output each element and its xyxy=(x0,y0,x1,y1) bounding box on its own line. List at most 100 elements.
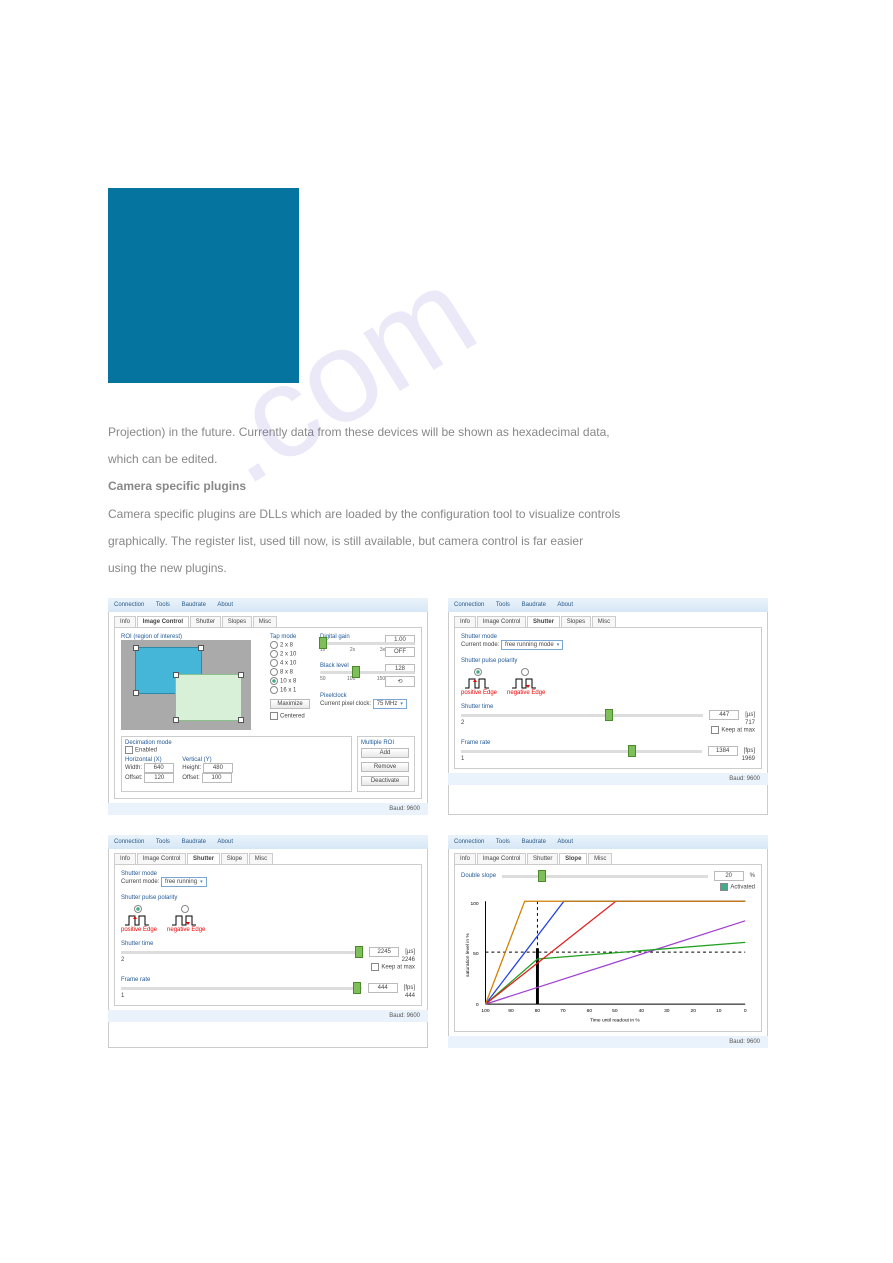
black-level-slider[interactable] xyxy=(320,671,415,674)
digital-gain-slider[interactable] xyxy=(320,642,415,645)
svg-text:50: 50 xyxy=(473,951,479,957)
menu-about[interactable]: About xyxy=(217,839,233,845)
shutter-time-slider[interactable] xyxy=(461,714,703,717)
svg-text:60: 60 xyxy=(587,1008,593,1014)
tap-radio-4[interactable] xyxy=(270,677,278,685)
multi-roi-remove-button[interactable]: Remove xyxy=(361,762,409,772)
height-input[interactable]: 480 xyxy=(203,763,233,773)
menu-about[interactable]: About xyxy=(557,602,573,608)
tap-radio-5[interactable] xyxy=(270,686,278,694)
negative-edge-label: negative Edge xyxy=(167,927,205,933)
double-slope-value[interactable]: 20 xyxy=(714,871,744,881)
offset-x-input[interactable]: 120 xyxy=(144,773,174,783)
tab-info[interactable]: Info xyxy=(454,853,476,864)
decimation-enable-checkbox[interactable] xyxy=(125,746,133,754)
double-slope-slider[interactable] xyxy=(502,875,708,878)
width-input[interactable]: 640 xyxy=(144,763,174,773)
roi-canvas[interactable] xyxy=(121,640,251,730)
pixelclock-field-label: Current pixel clock: xyxy=(320,701,371,707)
activated-checkbox[interactable] xyxy=(720,883,728,891)
menu-connection[interactable]: Connection xyxy=(454,602,484,608)
svg-text:70: 70 xyxy=(560,1008,566,1014)
body-p5: graphically. The register list, used til… xyxy=(108,532,785,551)
tab-misc[interactable]: Misc xyxy=(592,616,616,627)
tab-shutter[interactable]: Shutter xyxy=(527,853,558,864)
pulse-polarity-label: Shutter pulse polarity xyxy=(121,895,415,901)
positive-edge-radio[interactable] xyxy=(474,668,482,676)
shutter-mode-value: free running mode xyxy=(505,642,554,648)
status-bar: Baud: 9600 xyxy=(108,803,428,815)
tab-slopes[interactable]: Slopes xyxy=(561,616,591,627)
tab-image-control[interactable]: Image Control xyxy=(477,616,527,627)
positive-edge-icon xyxy=(464,676,494,690)
panel-image-control: Connection Tools Baudrate About Info Ima… xyxy=(108,598,428,815)
status-bar: Baud: 9600 xyxy=(448,773,768,785)
multi-roi-deactivate-button[interactable]: Deactivate xyxy=(361,776,409,786)
tap-radio-1[interactable] xyxy=(270,650,278,658)
menu-tools[interactable]: Tools xyxy=(156,602,170,608)
tab-info[interactable]: Info xyxy=(114,853,136,864)
negative-edge-radio[interactable] xyxy=(521,668,529,676)
negative-edge-icon xyxy=(511,676,541,690)
menu-baudrate[interactable]: Baudrate xyxy=(522,602,546,608)
offset-y-input[interactable]: 100 xyxy=(202,773,232,783)
height-label: Height: xyxy=(182,765,201,771)
menu-baudrate[interactable]: Baudrate xyxy=(182,602,206,608)
tab-slope[interactable]: Slope xyxy=(221,853,248,864)
tab-shutter[interactable]: Shutter xyxy=(527,616,560,627)
centered-checkbox[interactable] xyxy=(270,712,278,720)
shutter-mode-select[interactable]: free running xyxy=(161,877,207,887)
tab-image-control[interactable]: Image Control xyxy=(137,853,187,864)
svg-text:90: 90 xyxy=(508,1008,514,1014)
frame-rate-slider[interactable] xyxy=(461,750,702,753)
menu-baudrate[interactable]: Baudrate xyxy=(182,839,206,845)
tab-info[interactable]: Info xyxy=(454,616,476,627)
centered-label: Centered xyxy=(280,714,305,720)
keep-at-max-checkbox[interactable] xyxy=(371,963,379,971)
body-text-block: Projection) in the future. Currently dat… xyxy=(108,423,785,578)
menu-connection[interactable]: Connection xyxy=(114,602,144,608)
positive-edge-radio[interactable] xyxy=(134,905,142,913)
keep-at-max-checkbox[interactable] xyxy=(711,726,719,734)
menu-connection[interactable]: Connection xyxy=(454,839,484,845)
frame-rate-slider[interactable] xyxy=(121,987,362,990)
tap-radio-0[interactable] xyxy=(270,641,278,649)
menu-tools[interactable]: Tools xyxy=(496,602,510,608)
menu-tools[interactable]: Tools xyxy=(496,839,510,845)
shutter-time-value[interactable]: 2245 xyxy=(369,947,399,957)
digital-gain-off-button[interactable]: OFF xyxy=(385,647,415,657)
maximize-button[interactable]: Maximize xyxy=(270,699,310,709)
frame-rate-value[interactable]: 1384 xyxy=(708,746,738,756)
decimation-enable-label: Enabled xyxy=(135,748,157,754)
multi-roi-add-button[interactable]: Add xyxy=(361,748,409,758)
negative-edge-radio[interactable] xyxy=(181,905,189,913)
tab-info[interactable]: Info xyxy=(114,616,136,627)
frame-rate-value[interactable]: 444 xyxy=(368,983,398,993)
tab-shutter[interactable]: Shutter xyxy=(187,853,220,864)
menu-about[interactable]: About xyxy=(557,839,573,845)
menu-tools[interactable]: Tools xyxy=(156,839,170,845)
shutter-mode-select[interactable]: free running mode xyxy=(501,640,563,650)
tab-image-control[interactable]: Image Control xyxy=(137,616,189,627)
tab-image-control[interactable]: Image Control xyxy=(477,853,527,864)
tap-radio-2[interactable] xyxy=(270,659,278,667)
menu-baudrate[interactable]: Baudrate xyxy=(522,839,546,845)
tab-slope[interactable]: Slope xyxy=(559,853,587,864)
shutter-time-value[interactable]: 447 xyxy=(709,710,739,720)
tab-slopes[interactable]: Slopes xyxy=(222,616,252,627)
tab-misc[interactable]: Misc xyxy=(253,616,277,627)
frame-rate-unit: [fps] xyxy=(404,985,415,991)
roi-region-2[interactable] xyxy=(176,675,241,720)
tab-misc[interactable]: Misc xyxy=(249,853,273,864)
shutter-mode-field-label: Current mode: xyxy=(461,642,499,648)
black-level-reset-button[interactable]: ⟲ xyxy=(385,676,415,687)
menu-connection[interactable]: Connection xyxy=(114,839,144,845)
tab-misc[interactable]: Misc xyxy=(588,853,612,864)
shutter-time-slider[interactable] xyxy=(121,951,363,954)
tab-shutter[interactable]: Shutter xyxy=(190,616,221,627)
menu-about[interactable]: About xyxy=(217,602,233,608)
dg-tick-1: 2x xyxy=(350,647,355,653)
pixelclock-select[interactable]: 75 MHz xyxy=(373,699,407,709)
tap-radio-3[interactable] xyxy=(270,668,278,676)
positive-edge-label: positive Edge xyxy=(461,690,497,696)
